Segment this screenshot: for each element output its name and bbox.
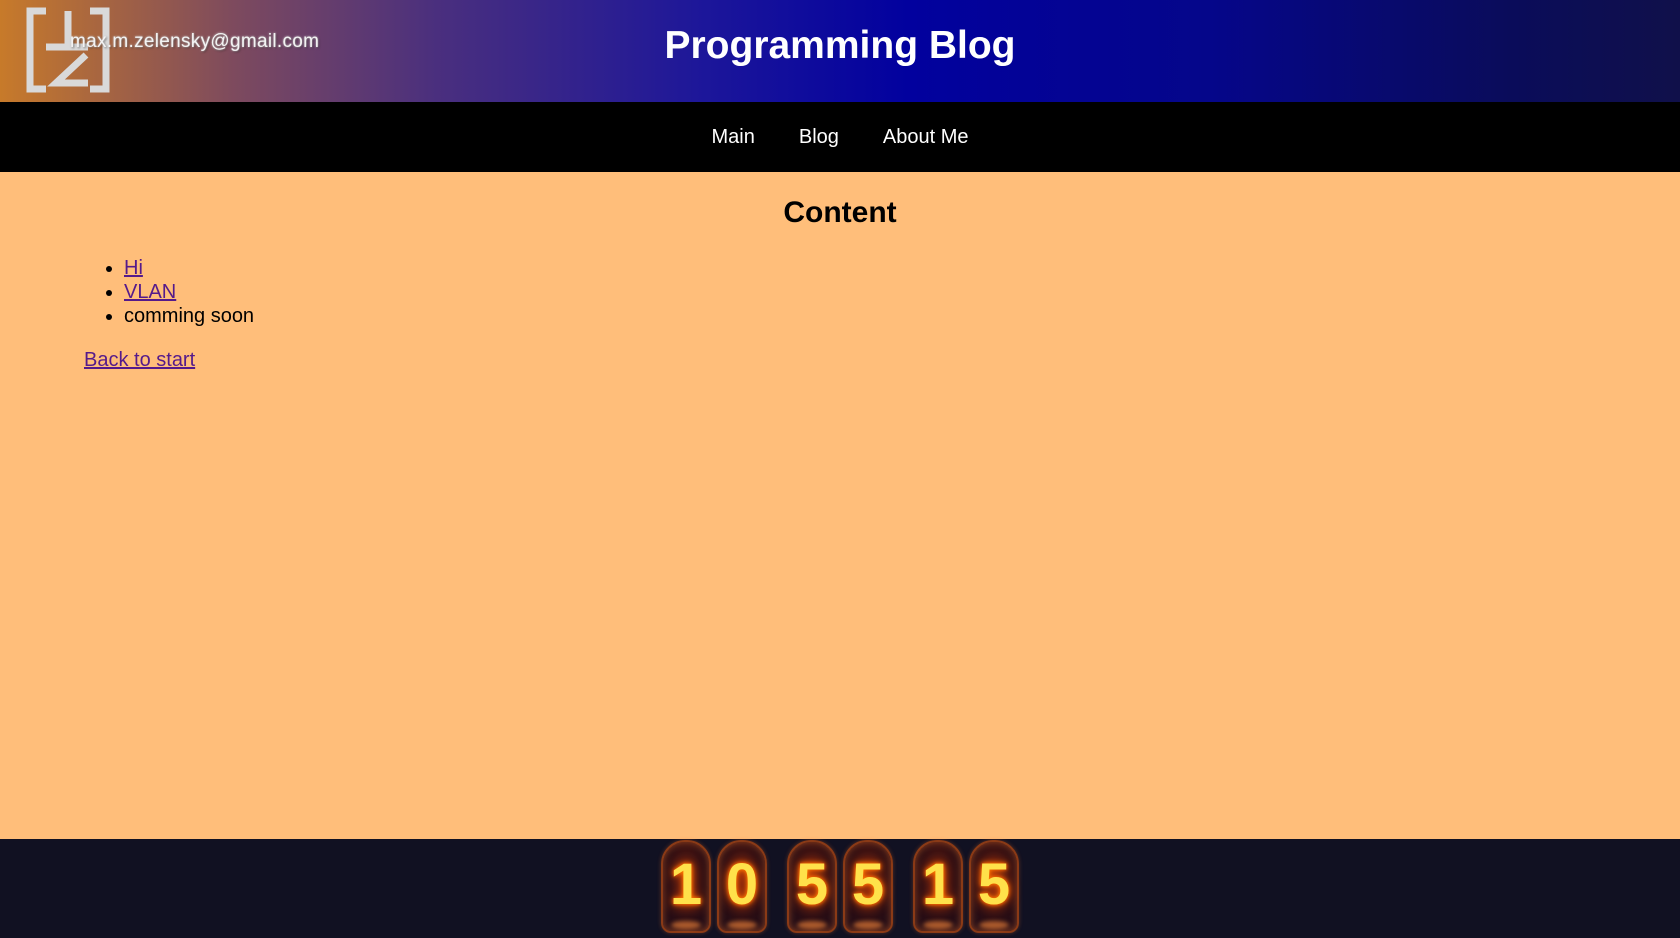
visitor-counter: 1 0 5 5 1 5 xyxy=(0,840,1680,933)
post-link-hi[interactable]: Hi xyxy=(124,257,143,279)
nav-item-about-me[interactable]: About Me xyxy=(883,126,969,149)
list-item: Hi xyxy=(124,256,254,280)
counter-digit: 5 xyxy=(977,852,1011,917)
content-list: Hi VLAN comming soon xyxy=(84,256,254,328)
nixie-tube: 0 xyxy=(717,840,767,933)
main-nav: Main Blog About Me xyxy=(0,102,1680,172)
content-heading: Content xyxy=(783,196,897,229)
nav-item-blog[interactable]: Blog xyxy=(799,126,839,149)
nixie-tube: 1 xyxy=(661,840,711,933)
coming-soon-text: comming soon xyxy=(124,305,255,327)
counter-digit: 5 xyxy=(851,852,885,917)
counter-digit: 1 xyxy=(669,852,703,917)
counter-digit: 5 xyxy=(795,852,829,917)
site-header: max.m.zelensky@gmail.com Programming Blo… xyxy=(0,0,1680,102)
nixie-tube: 1 xyxy=(913,840,963,933)
nav-item-main[interactable]: Main xyxy=(712,126,755,149)
post-link-vlan[interactable]: VLAN xyxy=(124,281,176,303)
list-item: VLAN xyxy=(124,280,254,304)
counter-digit: 0 xyxy=(725,852,759,917)
nixie-tube: 5 xyxy=(843,840,893,933)
nixie-tube: 5 xyxy=(787,840,837,933)
counter-digit: 1 xyxy=(921,852,955,917)
back-to-start-link[interactable]: Back to start xyxy=(84,349,195,372)
site-title: Programming Blog xyxy=(664,24,1016,67)
list-item: comming soon xyxy=(124,304,254,328)
nixie-tube: 5 xyxy=(969,840,1019,933)
